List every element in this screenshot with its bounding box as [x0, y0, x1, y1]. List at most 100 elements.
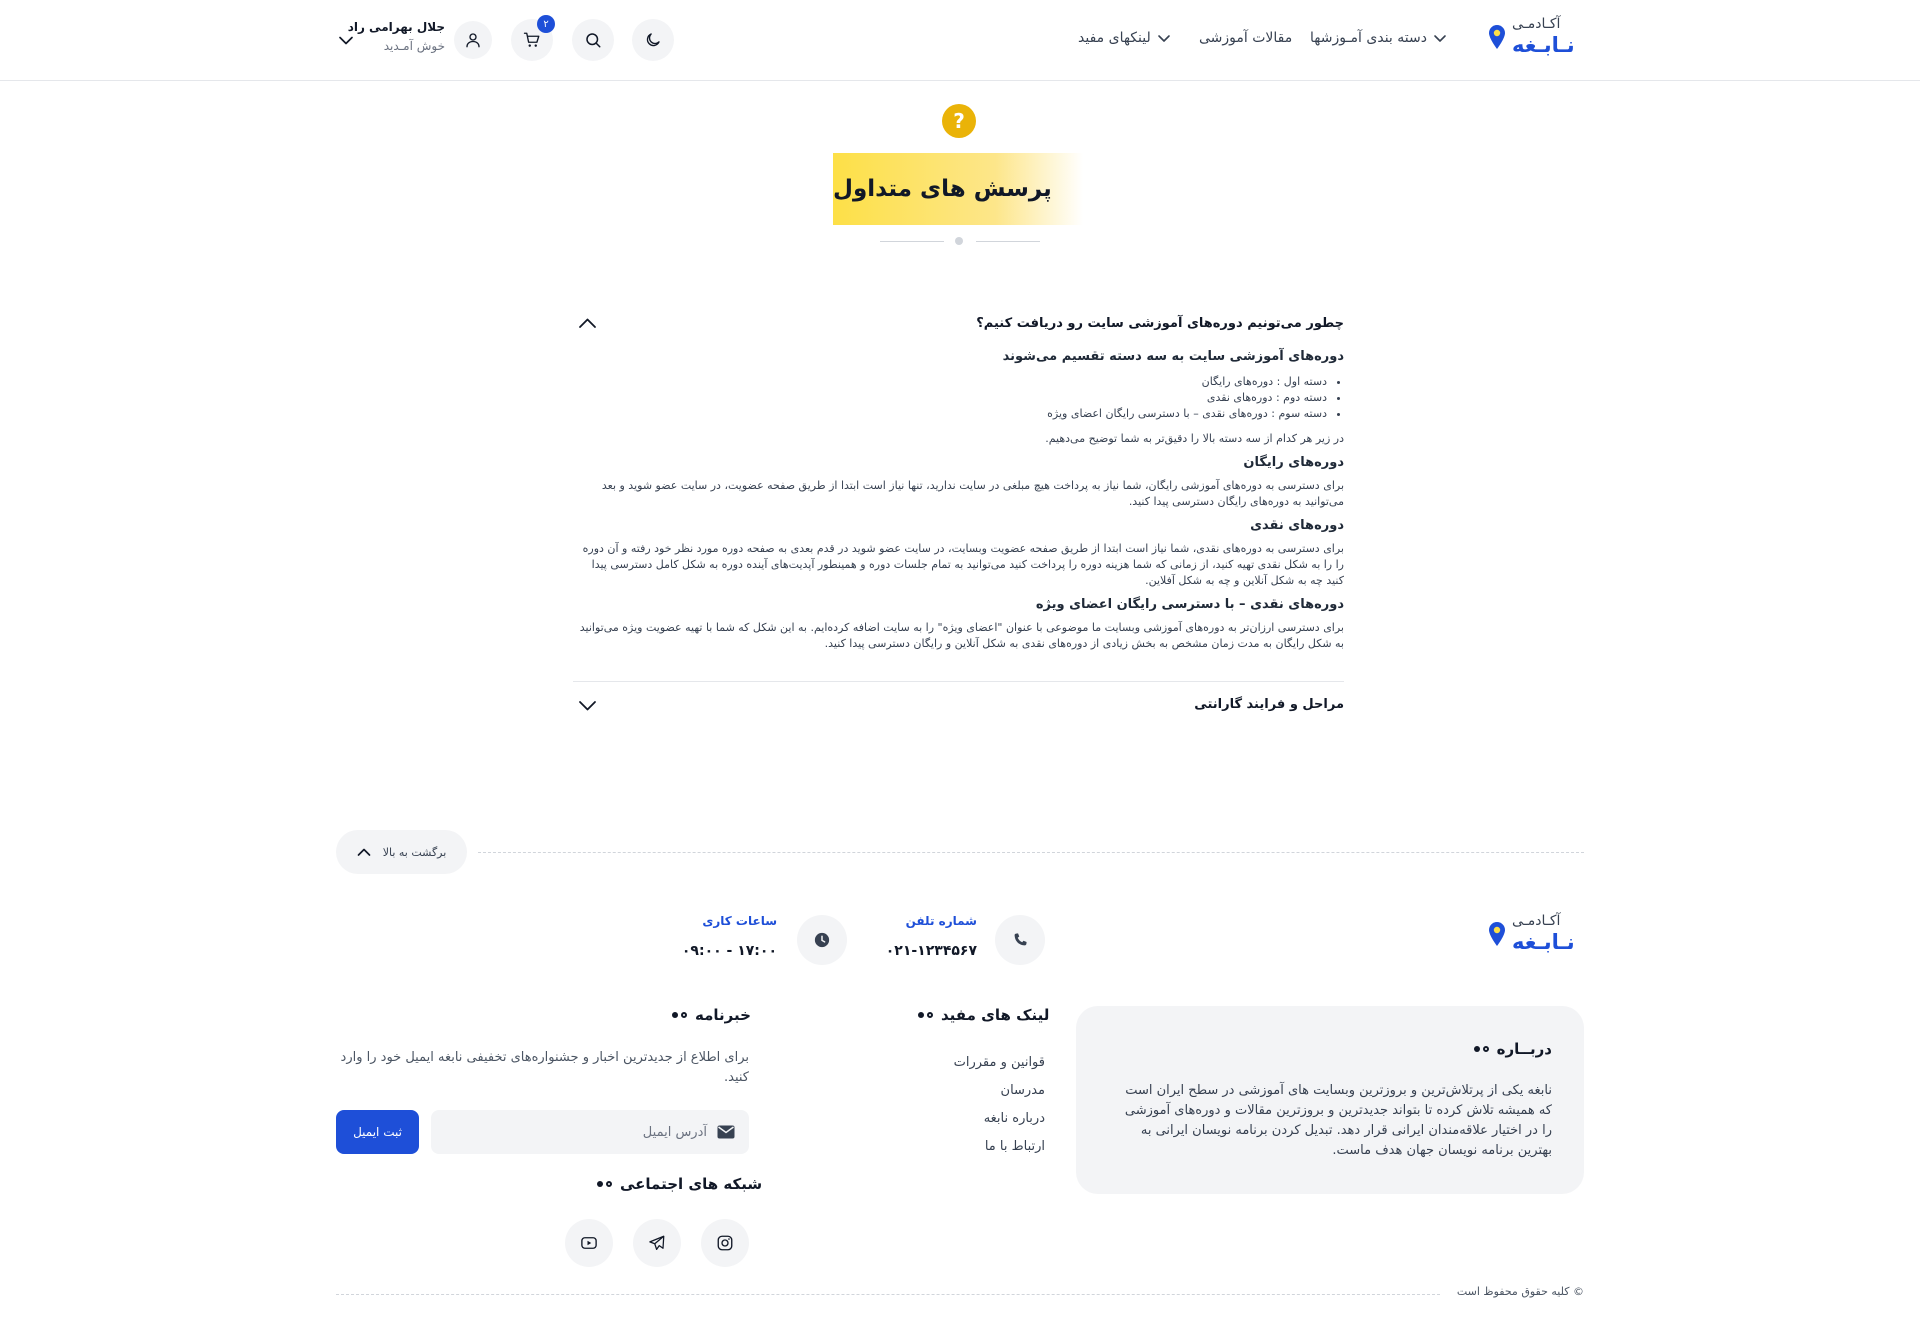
clock-icon [813, 931, 831, 949]
list-item: دسته اول : دوره‌های رایگان [573, 374, 1327, 390]
about-text: نابغه یکی از پرتلاش‌ترین و بروزترین وبسا… [1124, 1083, 1552, 1158]
user-menu-chevron-down-icon[interactable] [338, 32, 354, 48]
faq-title: پرسش های متداول [833, 176, 1052, 202]
title-dots-icon [597, 1181, 612, 1187]
newsletter-title-text: خبرنامه [695, 1006, 751, 1024]
section-heading-vip: دوره‌های نقدی – با دسترسی رایگان اعضای و… [1035, 597, 1344, 612]
title-divider-line [880, 241, 944, 242]
footer-link-about[interactable]: درباره نابغه [880, 1105, 1045, 1133]
copyright-text: © کلیه حقوق محفوظ است [1456, 1285, 1584, 1298]
question-mark-icon: ? [942, 104, 976, 138]
back-to-top-label: برگشت به بالا [382, 845, 447, 859]
hours-value: ۰۹:۰۰ - ۱۷:۰۰ [681, 943, 777, 959]
about-title-text: دربــاره [1496, 1040, 1552, 1058]
hours-label: ساعات کاری [702, 914, 777, 928]
section-text-free: برای دسترسی به دوره‌های آموزشی رایگان، ش… [601, 479, 1344, 508]
submit-email-button[interactable]: ثبت ایمیل [336, 1110, 419, 1154]
telegram-button[interactable] [633, 1219, 681, 1267]
email-placeholder: آدرس ایمیل [642, 1124, 707, 1140]
account-button[interactable] [454, 21, 492, 59]
phone-icon-circle [995, 915, 1045, 965]
cart-icon [523, 31, 541, 49]
footer-top-divider [478, 852, 1584, 853]
nav-useful-links[interactable]: لینکهای مفید [1078, 30, 1171, 46]
useful-links-list: قوانین و مقررات مدرسان درباره نابغه ارتب… [880, 1049, 1045, 1161]
user-icon [464, 31, 482, 49]
logo-line-1: آکـادمـی [1512, 16, 1561, 32]
user-greeting: خوش آمـدید [383, 39, 445, 53]
footer-link-instructors[interactable]: مدرسان [880, 1077, 1045, 1105]
section-text-vip: برای دسترسی ارزان‌تر به دوره‌های آموزشی … [579, 621, 1344, 650]
phone-icon [1011, 931, 1029, 949]
chevron-up-icon[interactable] [578, 316, 597, 330]
envelope-icon [717, 1125, 735, 1139]
useful-links-title: لینک های مفید [918, 1006, 1049, 1024]
faq-answer-1: دوره‌های آموزشی سایت به سه دسته تقسیم می… [573, 349, 1344, 652]
faq-title-box: پرسش های متداول [833, 153, 1083, 225]
copyright-divider [336, 1294, 1440, 1295]
section-text-paid: برای دسترسی به دوره‌های نقدی، شما نیاز ا… [582, 542, 1344, 587]
footer-link-rules[interactable]: قوانین و مقررات [880, 1049, 1045, 1077]
answer-intro-heading: دوره‌های آموزشی سایت به سه دسته تقسیم می… [1002, 349, 1344, 364]
footer-logo[interactable]: آکـادمـی نـابـغه [1488, 914, 1575, 953]
logo-line-2: نـابـغه [1512, 33, 1575, 57]
answer-intro-text: در زیر هر کدام از سه دسته بالا را دقیق‌ت… [1045, 432, 1344, 445]
social-title-text: شبکه های اجتماعی [620, 1175, 763, 1193]
title-divider-line [976, 241, 1040, 242]
user-name: جلال بهرامی راد [347, 20, 445, 34]
logo-text: آکـادمـی نـابـغه [1512, 17, 1575, 56]
useful-links-title-text: لینک های مفید [941, 1006, 1050, 1024]
list-item: دسته سوم : دوره‌های نقدی – با دسترسی رای… [573, 406, 1327, 422]
clock-icon-circle [797, 915, 847, 965]
footer-logo-line-1: آکـادمـی [1512, 913, 1561, 929]
list-item: دسته دوم : دوره‌های نقدی [573, 390, 1327, 406]
cart-count-badge: ۲ [537, 15, 555, 33]
newsletter-title: خبرنامه [672, 1006, 751, 1024]
about-title: دربــاره [1473, 1040, 1552, 1058]
back-to-top-button[interactable]: برگشت به بالا [336, 830, 467, 874]
instagram-button[interactable] [701, 1219, 749, 1267]
title-divider-dot [955, 237, 963, 245]
site-header: آکـادمـی نـابـغه دسته بندی آمـوزشها مقال… [0, 0, 1920, 81]
youtube-button[interactable] [565, 1219, 613, 1267]
footer-logo-line-2: نـابـغه [1512, 930, 1575, 954]
search-icon [584, 31, 602, 49]
faq-divider [573, 681, 1344, 682]
search-button[interactable] [572, 19, 614, 61]
faq-question-1[interactable]: چطور می‌تونیم دوره‌های آموزشی سایت رو در… [960, 316, 1344, 331]
chevron-up-icon [357, 847, 371, 857]
title-dots-icon [672, 1012, 687, 1018]
user-info: جلال بهرامی راد خوش آمـدید [347, 20, 445, 53]
footer-logo-text: آکـادمـی نـابـغه [1512, 914, 1575, 953]
section-heading-paid: دوره‌های نقدی [1250, 518, 1344, 533]
telegram-icon [648, 1234, 666, 1252]
nav-useful-links-label: لینکهای مفید [1078, 30, 1151, 46]
site-logo[interactable]: آکـادمـی نـابـغه [1488, 17, 1575, 56]
theme-toggle-button[interactable] [632, 19, 674, 61]
section-heading-free: دوره‌های رایگان [1243, 455, 1344, 470]
social-title: شبکه های اجتماعی [597, 1175, 762, 1193]
chevron-down-icon [1157, 31, 1171, 45]
cart-button[interactable]: ۲ [511, 15, 555, 61]
nav-articles[interactable]: مقالات آموزشی [1199, 30, 1292, 46]
instagram-icon [716, 1234, 734, 1252]
title-dots-icon [918, 1012, 933, 1018]
logo-pin-icon [1488, 921, 1506, 947]
chevron-down-icon [1433, 31, 1447, 45]
faq-question-2[interactable]: مراحل و فرایند گارانتی [1000, 697, 1344, 712]
nav-articles-label: مقالات آموزشی [1199, 30, 1293, 46]
footer-link-contact[interactable]: ارتباط با ما [880, 1133, 1045, 1161]
answer-category-list: دسته اول : دوره‌های رایگان دسته دوم : دو… [573, 374, 1344, 422]
nav-categories[interactable]: دسته بندی آمـوزشها [1310, 30, 1447, 46]
nav-categories-label: دسته بندی آمـوزشها [1310, 30, 1427, 46]
title-dots-icon [1473, 1046, 1489, 1052]
phone-value[interactable]: ۰۲۱-۱۲۳۴۵۶۷ [870, 943, 977, 959]
chevron-down-icon[interactable] [578, 699, 597, 713]
about-card: دربــاره نابغه یکی از پرتلاش‌ترین و بروز… [1076, 1006, 1584, 1194]
newsletter-text: برای اطلاع از جدیدترین اخبار و جشنواره‌ه… [340, 1050, 749, 1085]
phone-label: شماره تلفن [905, 914, 977, 928]
moon-icon [644, 31, 662, 49]
logo-pin-icon [1488, 24, 1506, 50]
email-field[interactable]: آدرس ایمیل [431, 1110, 749, 1154]
youtube-icon [580, 1234, 598, 1252]
